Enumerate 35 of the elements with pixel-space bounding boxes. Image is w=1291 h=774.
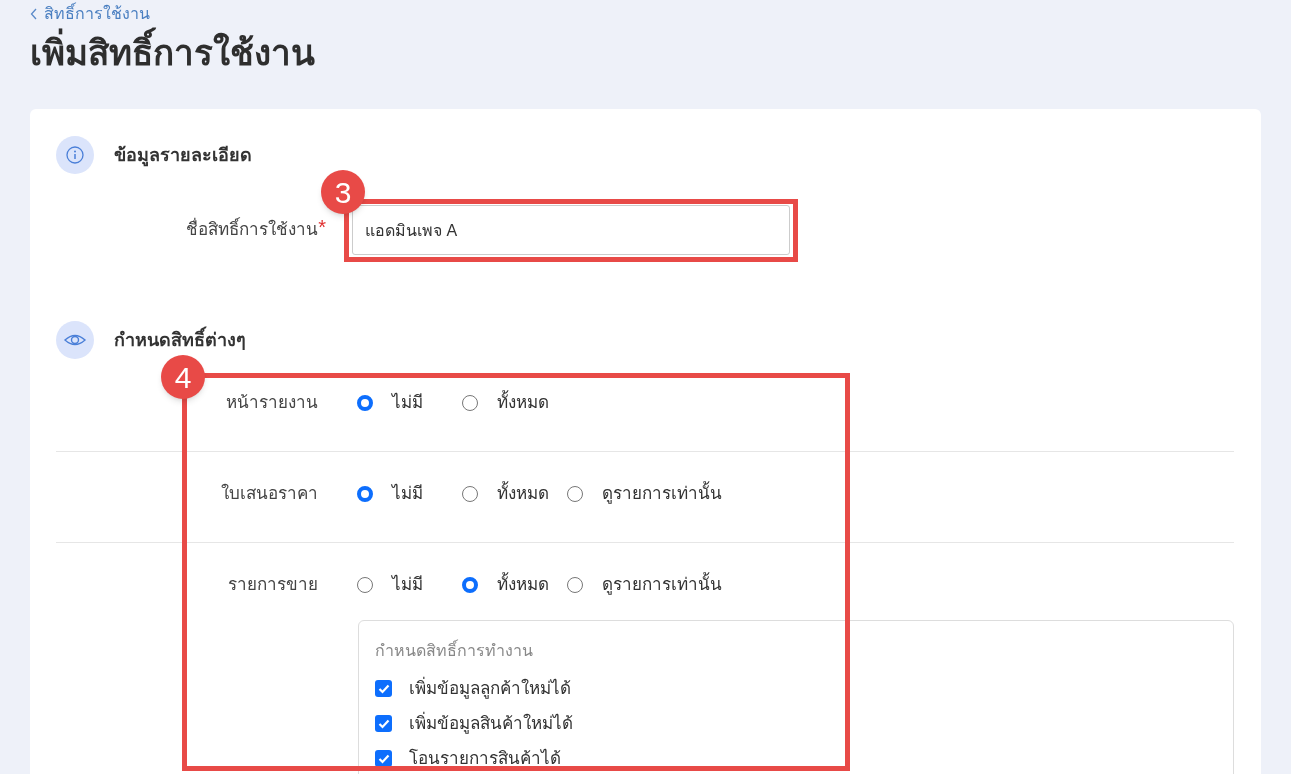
permission-label: ใบเสนอราคา <box>220 482 318 506</box>
radio-button[interactable] <box>462 395 478 411</box>
checkbox-label: เพิ่มข้อมูลลูกค้าใหม่ได้ <box>409 675 571 701</box>
radio-button[interactable] <box>357 395 373 411</box>
name-input-field[interactable]: แอดมินเพจ A <box>352 205 790 255</box>
back-chevron-icon[interactable] <box>30 8 38 20</box>
checkbox-label: เพิ่มข้อมูลสินค้าใหม่ได้ <box>409 710 573 736</box>
eye-icon <box>56 321 94 359</box>
radio-option[interactable]: ดูรายการเท่านั้น <box>567 481 722 507</box>
radio-option[interactable]: ไม่มี <box>357 481 462 507</box>
panel-title: กำหนดสิทธิ์การทำงาน <box>375 639 1217 663</box>
radio-button[interactable] <box>567 577 583 593</box>
info-icon <box>56 136 94 174</box>
radio-option[interactable]: ไม่มี <box>357 572 462 598</box>
radio-option[interactable]: ไม่มี <box>357 390 462 416</box>
radio-button[interactable] <box>357 577 373 593</box>
field-label: ชื่อสิทธิ์การใช้งาน <box>186 217 319 243</box>
checkbox-label: โอนรายการสินค้าได้ <box>409 747 561 770</box>
radio-option[interactable]: ทั้งหมด <box>462 390 567 416</box>
radio-option[interactable]: ดูรายการเท่านั้น <box>567 572 722 598</box>
checkbox[interactable] <box>375 680 392 697</box>
radio-option[interactable]: ทั้งหมด <box>462 572 567 598</box>
breadcrumb-link[interactable]: สิทธิ์การใช้งาน <box>44 4 150 24</box>
radio-button[interactable] <box>462 577 478 593</box>
page-title: เพิ่มสิทธิ์การใช้งาน <box>30 28 1261 78</box>
radio-option[interactable]: ทั้งหมด <box>462 481 567 507</box>
permission-label: หน้ารายงาน <box>225 392 318 415</box>
checkbox[interactable] <box>375 715 392 732</box>
radio-button[interactable] <box>357 486 373 502</box>
section-heading: กำหนดสิทธิ์ต่างๆ <box>114 326 246 354</box>
permission-label: รายการขาย <box>227 574 318 597</box>
radio-button[interactable] <box>462 486 478 502</box>
radio-button[interactable] <box>567 486 583 502</box>
required-mark: * <box>318 217 326 238</box>
section-heading: ข้อมูลรายละเอียด <box>114 143 252 169</box>
